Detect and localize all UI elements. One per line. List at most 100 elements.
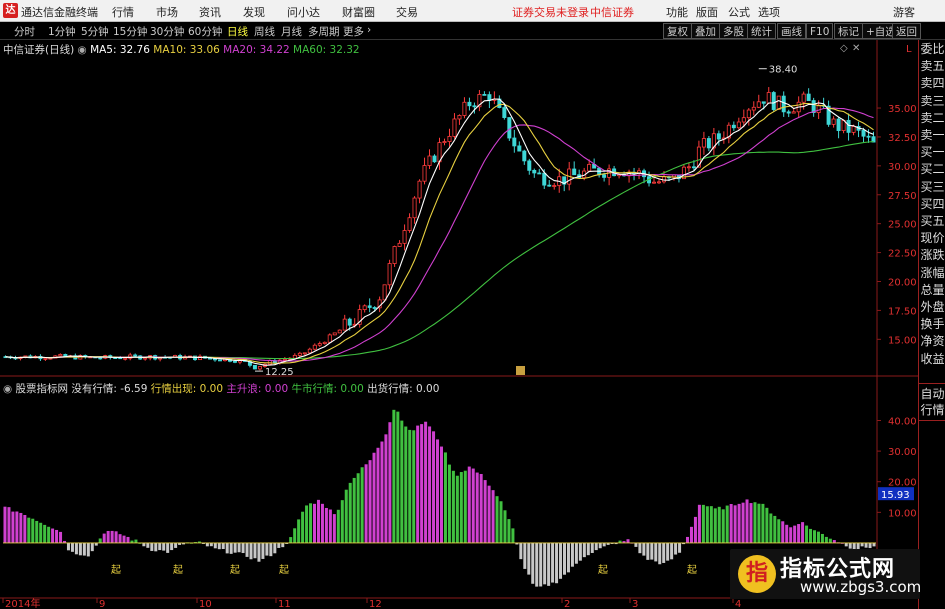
candle-body[interactable] (537, 172, 542, 175)
candle-body[interactable] (58, 354, 63, 357)
candle-body[interactable] (502, 107, 507, 118)
candle-body[interactable] (751, 106, 756, 111)
candle-body[interactable] (472, 105, 477, 108)
candle-body[interactable] (427, 155, 432, 166)
candle-body[interactable] (337, 329, 342, 334)
side-panel-item[interactable]: 外盘 (919, 300, 945, 315)
candle-body[interactable] (587, 163, 592, 172)
auto-quote-button[interactable]: 自动 行情 (919, 383, 945, 421)
candle-body[interactable] (781, 95, 786, 113)
candle-body[interactable] (407, 217, 412, 231)
side-panel-item[interactable]: 卖四 (919, 76, 945, 91)
candle-body[interactable] (387, 263, 392, 286)
side-panel-item[interactable]: 净资 (919, 334, 945, 349)
candle-body[interactable] (412, 197, 417, 219)
candle-body[interactable] (367, 305, 372, 308)
side-panel-item[interactable]: 收益 (919, 352, 945, 367)
side-panel-item[interactable]: 买二 (919, 162, 945, 177)
side-panel-item[interactable]: 买五 (919, 214, 945, 229)
side-panel-item[interactable]: 卖三 (919, 94, 945, 109)
candle-body[interactable] (232, 360, 237, 363)
candle-body[interactable] (507, 117, 512, 139)
candle-body[interactable] (417, 180, 422, 199)
diamond-icon[interactable]: ◇ (840, 43, 848, 54)
candle-body[interactable] (322, 341, 327, 344)
candle-body[interactable] (392, 246, 397, 264)
candle-body[interactable] (572, 168, 577, 176)
side-panel-item[interactable]: 换手 (919, 317, 945, 332)
candle-body[interactable] (532, 169, 537, 174)
candle-body[interactable] (741, 117, 746, 123)
close-icon[interactable]: ✕ (852, 43, 860, 54)
candle-body[interactable] (487, 94, 492, 101)
side-panel-item[interactable]: 卖五 (919, 59, 945, 74)
indicator-name[interactable]: 股票指标网 (16, 383, 69, 395)
candle-body[interactable] (811, 100, 816, 113)
event-marker-icon[interactable] (516, 366, 525, 375)
candle-body[interactable] (432, 155, 437, 163)
candle-body[interactable] (98, 357, 103, 360)
candle-body[interactable] (776, 95, 781, 110)
settings-icon[interactable]: ◉ (3, 383, 12, 395)
candle-body[interactable] (457, 115, 462, 120)
candle-body[interactable] (851, 126, 856, 133)
side-panel-item[interactable]: 卖一 (919, 128, 945, 143)
candle-body[interactable] (861, 129, 866, 137)
candle-body[interactable] (347, 318, 352, 326)
candle-body[interactable] (552, 185, 557, 187)
candle-body[interactable] (527, 160, 532, 171)
side-panel-item[interactable]: 买三 (919, 180, 945, 195)
candle-body[interactable] (123, 357, 128, 360)
candle-body[interactable] (133, 354, 138, 357)
candle-body[interactable] (382, 284, 387, 301)
candle-body[interactable] (43, 358, 48, 360)
candle-body[interactable] (756, 101, 761, 108)
candle-body[interactable] (836, 118, 841, 131)
candle-body[interactable] (307, 348, 312, 354)
candle-body[interactable] (302, 352, 307, 355)
candle-body[interactable] (691, 166, 696, 169)
candle-body[interactable] (806, 93, 811, 101)
candle-body[interactable] (846, 119, 851, 133)
candle-body[interactable] (866, 135, 871, 138)
side-panel-item[interactable]: 总量 (919, 283, 945, 298)
side-panel-item[interactable]: 卖二 (919, 111, 945, 126)
candle-body[interactable] (791, 111, 796, 114)
candle-body[interactable] (372, 307, 377, 309)
candle-body[interactable] (422, 165, 427, 182)
candle-body[interactable] (282, 358, 287, 361)
candle-body[interactable] (143, 357, 148, 360)
candle-body[interactable] (602, 174, 607, 178)
candle-body[interactable] (447, 136, 452, 142)
settings-icon[interactable]: ◉ (78, 44, 87, 56)
candle-body[interactable] (746, 109, 751, 119)
candle-body[interactable] (312, 344, 317, 350)
candle-body[interactable] (462, 101, 467, 116)
candle-body[interactable] (686, 166, 691, 169)
candle-body[interactable] (327, 334, 332, 343)
candle-body[interactable] (816, 104, 821, 113)
candle-body[interactable] (257, 366, 262, 370)
candle-body[interactable] (706, 138, 711, 149)
side-panel-item[interactable]: 涨跌 (919, 248, 945, 263)
candle-body[interactable] (771, 92, 776, 110)
candle-body[interactable] (716, 133, 721, 140)
candle-body[interactable] (342, 318, 347, 331)
kline-chart[interactable]: 35.0032.5030.0027.5025.0022.5020.0017.50… (0, 0, 945, 609)
candle-body[interactable] (452, 118, 457, 137)
candle-body[interactable] (547, 184, 552, 187)
candle-body[interactable] (766, 92, 771, 104)
candle-body[interactable] (397, 242, 402, 247)
side-panel-item[interactable]: 涨幅 (919, 266, 945, 281)
candle-body[interactable] (736, 121, 741, 129)
candle-body[interactable] (652, 181, 657, 184)
candle-body[interactable] (332, 332, 337, 336)
candle-body[interactable] (517, 145, 522, 152)
side-panel-item[interactable]: 买四 (919, 197, 945, 212)
candle-body[interactable] (522, 150, 527, 162)
candle-body[interactable] (442, 141, 447, 144)
candle-body[interactable] (731, 124, 736, 129)
candle-body[interactable] (657, 181, 661, 184)
candle-body[interactable] (402, 230, 407, 244)
stock-name[interactable]: 中信证券(日线) (3, 44, 74, 56)
